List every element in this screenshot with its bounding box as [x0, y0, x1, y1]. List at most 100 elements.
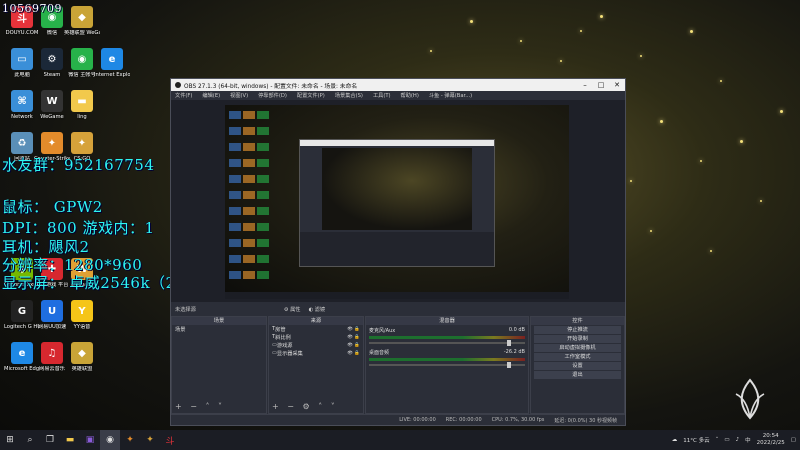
live-status: LIVE: 00:00:00 [399, 417, 436, 423]
network-icon-glyph: ⌘ [11, 90, 33, 112]
source-item[interactable]: ▭ 显示器采集 👁 🔒 [269, 349, 363, 357]
steam-icon-glyph: ⚙ [41, 48, 63, 70]
channel-name: 麦克风/Aux [369, 328, 396, 334]
rec-status: REC: 00:00:00 [445, 417, 482, 423]
channel-db: 0.0 dB [508, 327, 525, 333]
desktop-icon-label: 英雄联盟 WeGame版 [64, 30, 100, 36]
desktop-icon-label: YY语音 [73, 324, 91, 330]
controls-header: 控件 [531, 317, 624, 325]
notification-icon[interactable]: ▢ [791, 437, 796, 443]
scenes-list: 场景 [172, 325, 266, 333]
source-item[interactable]: T 斜比例 👁 🔒 [269, 333, 363, 341]
source-item[interactable]: ▭ 游戏源 👁 🔒 [269, 341, 363, 349]
logitech-icon-glyph: G [11, 300, 33, 322]
obs-docks: 场景 场景 + − ˄ ˅ 来源 T 房管 👁 🔒 T 斜比例 👁 🔒 ▭ 游戏源 👁 🔒… [171, 316, 625, 414]
volume-icon[interactable]: ♪ [736, 437, 740, 443]
music-icon-glyph: ♫ [41, 342, 63, 364]
source-label: 游戏源 [276, 342, 293, 349]
menu-item[interactable]: 视图(V) [230, 92, 248, 99]
properties-button[interactable]: ⚙ 属性 [284, 306, 301, 313]
filters-button[interactable]: ◐ 滤镜 [308, 306, 325, 313]
source-label: 显示器采集 [276, 350, 303, 357]
control-button[interactable]: 工作室模式 [534, 353, 621, 361]
mixer-channel: 麦克风/Aux 0.0 dB [366, 325, 528, 347]
obs-window[interactable]: OBS 27.1.3 (64-bit, windows) - 配置文件: 未命名… [170, 78, 626, 426]
obs-title-bar[interactable]: OBS 27.1.3 (64-bit, windows) - 配置文件: 未命名… [171, 79, 625, 91]
close-icon[interactable]: ✕ [609, 81, 625, 89]
menu-item[interactable]: 斗鱼 - 弹幕(Bar...) [429, 92, 472, 99]
source-toolbar: 未选择源 ⚙ 属性 ◐ 滤镜 [171, 303, 625, 315]
control-button[interactable]: 退出 [534, 371, 621, 379]
mixer-header: 混音器 [366, 317, 528, 325]
source-item[interactable]: T 房管 👁 🔒 [269, 325, 363, 333]
preview-canvas[interactable] [225, 105, 569, 299]
ime-icon[interactable]: 中 [745, 436, 751, 444]
visibility-lock-icon[interactable]: 👁 🔒 [347, 343, 360, 348]
menu-item[interactable]: 配置文件(P) [297, 92, 325, 99]
taskbar-app-3-icon[interactable]: ✦ [140, 430, 160, 450]
nested-preview [322, 148, 472, 230]
game-icon[interactable]: ◆ 英雄联盟 WeGame版 [64, 6, 100, 36]
sources-footer-buttons[interactable]: + − ⚙ ˄ ˅ [272, 402, 338, 411]
obs-title: OBS 27.1.3 (64-bit, windows) - 配置文件: 未命名… [184, 83, 358, 90]
control-button[interactable]: 停止推流 [534, 326, 621, 334]
menu-item[interactable]: 帮助(H) [401, 92, 419, 99]
desktop-icon-label: ling [77, 114, 87, 120]
taskbar-app-1-icon[interactable]: ▣ [80, 430, 100, 450]
taskbar-app-4-icon[interactable]: 斗 [160, 430, 180, 450]
channel-db: -26.2 dB [503, 349, 525, 355]
visibility-lock-icon[interactable]: 👁 🔒 [347, 351, 360, 356]
scene-item[interactable]: 场景 [172, 325, 266, 333]
computer-icon-glyph: ▭ [11, 48, 33, 70]
control-button[interactable]: 设置 [534, 362, 621, 370]
weather-text[interactable]: 11°C 多云 [683, 436, 709, 444]
network-tray-icon[interactable]: ▭ [724, 437, 729, 443]
control-button[interactable]: 启动虚拟摄像机 [534, 344, 621, 352]
clock-time: 20:54 [762, 433, 779, 440]
menu-item[interactable]: 工具(T) [373, 92, 391, 99]
search-icon[interactable]: ⌕ [20, 430, 40, 450]
start-icon[interactable]: ⊞ [0, 430, 20, 450]
maximize-icon[interactable]: □ [593, 81, 609, 89]
taskbar-app-2-icon[interactable]: ✦ [120, 430, 140, 450]
nested-taskbar [225, 292, 569, 299]
volume-slider-knob[interactable] [507, 362, 511, 368]
menu-item[interactable]: 场景集合(S) [335, 92, 363, 99]
menu-item[interactable]: 文件(F) [175, 92, 192, 99]
volume-slider[interactable] [369, 340, 525, 346]
overlay-fan-group: 水友群：952167754 [2, 156, 155, 174]
minimize-icon[interactable]: – [577, 81, 593, 89]
scenes-footer-buttons[interactable]: + − ˄ ˅ [175, 402, 225, 411]
visibility-lock-icon[interactable]: 👁 🔒 [347, 327, 360, 332]
desktop-icon-label: 英雄联盟 [71, 366, 93, 372]
recycle-icon-glyph: ♻ [11, 132, 33, 154]
scenes-header: 场景 [172, 317, 266, 325]
tray-chevron-icon[interactable]: ˄ [716, 437, 719, 443]
volume-slider-knob[interactable] [507, 340, 511, 346]
control-button[interactable]: 开始录制 [534, 335, 621, 343]
csgo-icon-glyph: ✦ [41, 132, 63, 154]
overlay-dpi: DPI：800 游戏内：1 [2, 219, 155, 237]
ie-icon[interactable]: e Internet Explorer [94, 48, 130, 78]
task-view-icon[interactable]: ❐ [40, 430, 60, 450]
volume-slider[interactable] [369, 362, 525, 368]
obs-preview[interactable] [171, 100, 625, 302]
visibility-lock-icon[interactable]: 👁 🔒 [347, 335, 360, 340]
edge-icon-glyph: e [11, 342, 33, 364]
menu-item[interactable]: 停靠部件(D) [258, 92, 287, 99]
folder-icon[interactable]: ▬ ling [64, 90, 100, 120]
clock[interactable]: 20:54 2022/2/25 [757, 433, 785, 446]
yy-icon[interactable]: Y YY语音 [64, 300, 100, 330]
sources-header: 来源 [269, 317, 363, 325]
lol-icon[interactable]: ◆ 英雄联盟 [64, 342, 100, 372]
nested-icon-column-1 [229, 111, 241, 281]
obs-taskbar-icon[interactable]: ◉ [100, 430, 120, 450]
source-label: 房管 [275, 326, 286, 333]
desktop-icon-label: Internet Explorer [94, 72, 130, 78]
wegame-icon-glyph: W [41, 90, 63, 112]
nested-docks [300, 232, 494, 266]
weather-icon[interactable]: ☁ [672, 437, 678, 443]
menu-item[interactable]: 编辑(E) [202, 92, 220, 99]
file-explorer-icon[interactable]: ▬ [60, 430, 80, 450]
scenes-dock: 场景 场景 + − ˄ ˅ [171, 316, 267, 414]
